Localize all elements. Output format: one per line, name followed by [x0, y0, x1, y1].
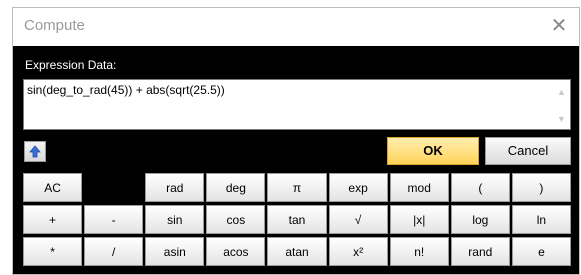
key-button[interactable]: log [450, 205, 510, 234]
key-button[interactable]: ln [511, 205, 571, 234]
key-button[interactable]: π [267, 173, 327, 202]
shift-button[interactable] [24, 141, 46, 162]
expression-text[interactable]: sin(deg_to_rad(45)) + abs(sqrt(25.5)) [27, 83, 225, 97]
compute-dialog: Compute ✕ Expression Data: sin(deg_to_ra… [12, 7, 580, 275]
expression-input[interactable]: sin(deg_to_rad(45)) + abs(sqrt(25.5)) ▲ … [23, 79, 571, 130]
key-button[interactable]: asin [145, 237, 205, 266]
expression-label: Expression Data: [25, 58, 117, 72]
key-button[interactable]: n! [389, 237, 449, 266]
key-button[interactable]: sin [145, 205, 205, 234]
key-button[interactable]: tan [267, 205, 327, 234]
key-button[interactable]: rad [145, 173, 205, 202]
chevron-up-icon[interactable]: ▲ [553, 84, 570, 100]
key-button[interactable]: deg [206, 173, 266, 202]
key-button[interactable]: atan [267, 237, 327, 266]
key-button[interactable]: + [23, 205, 83, 234]
key-button[interactable]: mod [389, 173, 449, 202]
key-button[interactable]: rand [450, 237, 510, 266]
key-button[interactable]: exp [328, 173, 388, 202]
key-button[interactable]: e [511, 237, 571, 266]
close-icon[interactable]: ✕ [547, 14, 571, 38]
key-button[interactable]: / [84, 237, 144, 266]
key-button[interactable]: √ [328, 205, 388, 234]
key-button[interactable]: ) [511, 173, 571, 202]
keypad-empty-slot [84, 173, 143, 202]
ok-button[interactable]: OK [387, 137, 479, 165]
chevron-down-icon[interactable]: ▼ [553, 111, 570, 127]
key-button[interactable]: AC [23, 173, 83, 202]
key-button[interactable]: - [84, 205, 144, 234]
key-button[interactable]: acos [206, 237, 266, 266]
window-title: Compute [24, 17, 85, 34]
key-button[interactable]: cos [206, 205, 266, 234]
cancel-button[interactable]: Cancel [485, 137, 571, 165]
key-button[interactable]: |x| [389, 205, 449, 234]
shift-up-arrow-icon [29, 145, 41, 158]
title-bar: Compute ✕ [13, 8, 579, 46]
key-button[interactable]: ( [450, 173, 510, 202]
keypad: AC rad deg π exp mod() + - sin cos tan √ |x| log ln * / a… [23, 173, 571, 266]
key-button[interactable]: x² [328, 237, 388, 266]
key-button[interactable]: * [23, 237, 83, 266]
expression-scrollbar[interactable]: ▲ ▼ [553, 80, 570, 129]
